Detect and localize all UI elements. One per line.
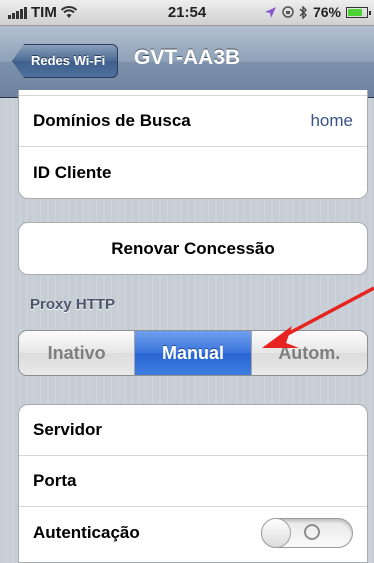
port-label: Porta — [33, 471, 77, 490]
toggle-knob-icon — [261, 517, 291, 548]
client-id-row[interactable]: ID Cliente — [19, 147, 367, 198]
client-id-label: ID Cliente — [33, 162, 112, 182]
search-domains-row[interactable]: Domínios de Busca home — [19, 96, 367, 147]
renew-lease-button[interactable]: Renovar Concessão — [19, 223, 367, 274]
proxy-option-auto[interactable]: Autom. — [251, 331, 367, 375]
proxy-section-header: Proxy HTTP — [30, 296, 116, 313]
server-label: Servidor — [33, 420, 102, 439]
toggle-off-icon — [304, 523, 320, 540]
authentication-label: Autenticação — [33, 522, 140, 542]
location-arrow-icon — [264, 6, 276, 18]
search-domains-label: Domínios de Busca — [33, 111, 191, 130]
renew-lease-group: Renovar Concessão — [18, 222, 368, 275]
search-domains-value: home — [310, 111, 353, 130]
battery-percent: 76% — [312, 4, 341, 20]
proxy-settings-group: Servidor Porta Autenticação — [18, 404, 368, 563]
proxy-mode-segmented-control: Inativo Manual Autom. — [18, 330, 368, 376]
dns-settings-group: Domínios de Busca home ID Cliente — [18, 90, 368, 199]
back-button[interactable]: Redes Wi-Fi — [12, 44, 119, 78]
proxy-option-off[interactable]: Inativo — [19, 331, 136, 375]
lock-rotation-icon — [282, 6, 294, 18]
authentication-row: Autenticação — [19, 507, 367, 558]
renew-lease-label: Renovar Concessão — [111, 238, 275, 258]
authentication-toggle[interactable] — [261, 517, 353, 548]
proxy-option-manual[interactable]: Manual — [135, 331, 252, 375]
port-row[interactable]: Porta — [19, 456, 367, 507]
page-title: GVT-AA3B — [134, 46, 241, 69]
battery-icon — [346, 6, 371, 18]
navigation-bar: Redes Wi-Fi GVT-AA3B — [0, 26, 374, 98]
status-bar: TIM 21:54 76% — [0, 0, 374, 26]
bluetooth-icon — [299, 5, 307, 19]
server-row[interactable]: Servidor — [19, 405, 367, 456]
